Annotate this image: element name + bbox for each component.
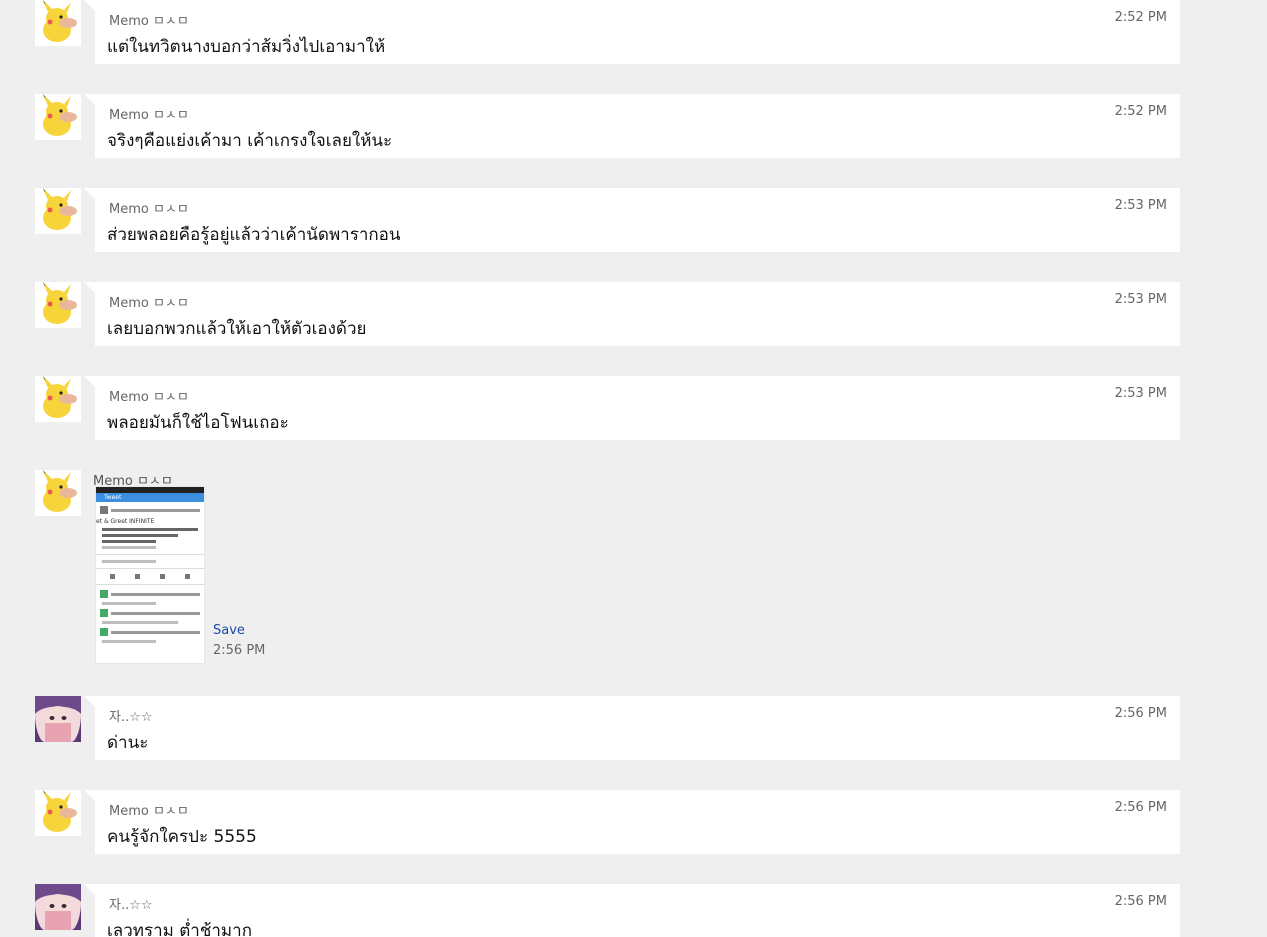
message-text: เลวทราม ต่ำช้ามาก xyxy=(107,921,252,937)
sender-name: 자..☆☆ xyxy=(109,898,153,913)
thumbnail-actions xyxy=(100,574,200,579)
message-bubble: Memo ㅁㅅㅁ 2:53 PM เลยบอกพวกแล้วให้เอาให้ต… xyxy=(95,282,1180,346)
star-icon xyxy=(160,574,165,579)
pikachu-avatar[interactable] xyxy=(35,470,81,516)
thumbnail-line xyxy=(111,508,200,512)
retweet-icon xyxy=(135,574,140,579)
pikachu-avatar[interactable] xyxy=(35,790,81,836)
thumbnail-line xyxy=(102,540,156,543)
message-time: 2:56 PM xyxy=(213,643,266,658)
sender-name: Memo ㅁㅅㅁ xyxy=(109,390,189,405)
girl-avatar[interactable] xyxy=(35,884,81,930)
thumbnail-line xyxy=(102,602,156,605)
thumbnail-line xyxy=(102,640,156,643)
thumbnail-divider xyxy=(96,584,204,585)
thumbnail-line xyxy=(111,630,200,634)
thumbnail-avatar xyxy=(100,628,108,636)
thumbnail-avatar xyxy=(100,506,108,514)
sender-name: Memo ㅁㅅㅁ xyxy=(109,14,189,29)
message-bubble: Memo ㅁㅅㅁ 2:53 PM ส่วยพลอยคือรู้อยู่แล้วว… xyxy=(95,188,1180,252)
message-text: ด่านะ xyxy=(107,733,149,753)
thumbnail-line xyxy=(102,528,198,531)
thumbnail-line xyxy=(102,546,156,549)
thumbnail-line xyxy=(111,611,200,615)
thumbnail-subtitle: et & Greet INFINITE xyxy=(96,518,155,525)
thumbnail-row xyxy=(100,609,200,617)
message-text: คนรู้จักใครปะ 5555 xyxy=(107,827,257,847)
message-text: เลยบอกพวกแล้วให้เอาให้ตัวเองด้วย xyxy=(107,319,367,339)
reply-icon xyxy=(110,574,115,579)
pikachu-avatar[interactable] xyxy=(35,188,81,234)
image-thumbnail[interactable]: Tweet et & Greet INFINITE xyxy=(95,486,205,664)
pikachu-avatar[interactable] xyxy=(35,282,81,328)
thumbnail-title: Tweet xyxy=(104,494,122,501)
thumbnail-avatar xyxy=(100,590,108,598)
message-time: 2:56 PM xyxy=(1114,894,1167,909)
message-text: แต่ในทวิตนางบอกว่าส้มวิ่งไปเอามาให้ xyxy=(107,37,386,57)
save-image-link[interactable]: Save xyxy=(213,623,245,638)
thumbnail-row xyxy=(100,628,200,636)
thumbnail-divider xyxy=(96,554,204,555)
share-icon xyxy=(185,574,190,579)
message-time: 2:53 PM xyxy=(1114,292,1167,307)
message-text: จริงๆคือแย่งเค้ามา เค้าเกรงใจเลยให้นะ xyxy=(107,131,393,151)
thumbnail-row xyxy=(100,590,200,598)
girl-avatar[interactable] xyxy=(35,696,81,742)
message-text: พลอยมันก็ใช้ไอโฟนเถอะ xyxy=(107,413,289,433)
message-time: 2:53 PM xyxy=(1114,386,1167,401)
message-time: 2:56 PM xyxy=(1114,706,1167,721)
thumbnail-line xyxy=(102,534,178,537)
pikachu-avatar[interactable] xyxy=(35,0,81,46)
sender-name: Memo ㅁㅅㅁ xyxy=(109,804,189,819)
message-text: ส่วยพลอยคือรู้อยู่แล้วว่าเค้านัดพารากอน xyxy=(107,225,401,245)
message-time: 2:56 PM xyxy=(1114,800,1167,815)
message-bubble: 자..☆☆ 2:56 PM ด่านะ xyxy=(95,696,1180,760)
sender-name: Memo ㅁㅅㅁ xyxy=(109,108,189,123)
message-time: 2:52 PM xyxy=(1114,104,1167,119)
message-bubble: 자..☆☆ 2:56 PM เลวทราม ต่ำช้ามาก xyxy=(95,884,1180,937)
pikachu-avatar[interactable] xyxy=(35,94,81,140)
message-time: 2:53 PM xyxy=(1114,198,1167,213)
thumbnail-row xyxy=(100,506,200,514)
thumbnail-header: Tweet xyxy=(96,493,204,502)
message-bubble: Memo ㅁㅅㅁ 2:52 PM แต่ในทวิตนางบอกว่าส้มวิ… xyxy=(95,0,1180,64)
message-time: 2:52 PM xyxy=(1114,10,1167,25)
chat-history: Memo ㅁㅅㅁ 2:52 PM แต่ในทวิตนางบอกว่าส้มวิ… xyxy=(0,0,1267,937)
sender-name: Memo ㅁㅅㅁ xyxy=(109,296,189,311)
thumbnail-avatar xyxy=(100,609,108,617)
sender-name: Memo ㅁㅅㅁ xyxy=(109,202,189,217)
sender-name: 자..☆☆ xyxy=(109,710,153,725)
thumbnail-line xyxy=(102,621,178,624)
message-bubble: Memo ㅁㅅㅁ 2:56 PM คนรู้จักใครปะ 5555 xyxy=(95,790,1180,854)
message-bubble: Memo ㅁㅅㅁ 2:53 PM พลอยมันก็ใช้ไอโฟนเถอะ xyxy=(95,376,1180,440)
thumbnail-divider xyxy=(96,568,204,569)
thumbnail-line xyxy=(111,592,200,596)
thumbnail-line xyxy=(102,560,156,563)
pikachu-avatar[interactable] xyxy=(35,376,81,422)
message-bubble: Memo ㅁㅅㅁ 2:52 PM จริงๆคือแย่งเค้ามา เค้า… xyxy=(95,94,1180,158)
